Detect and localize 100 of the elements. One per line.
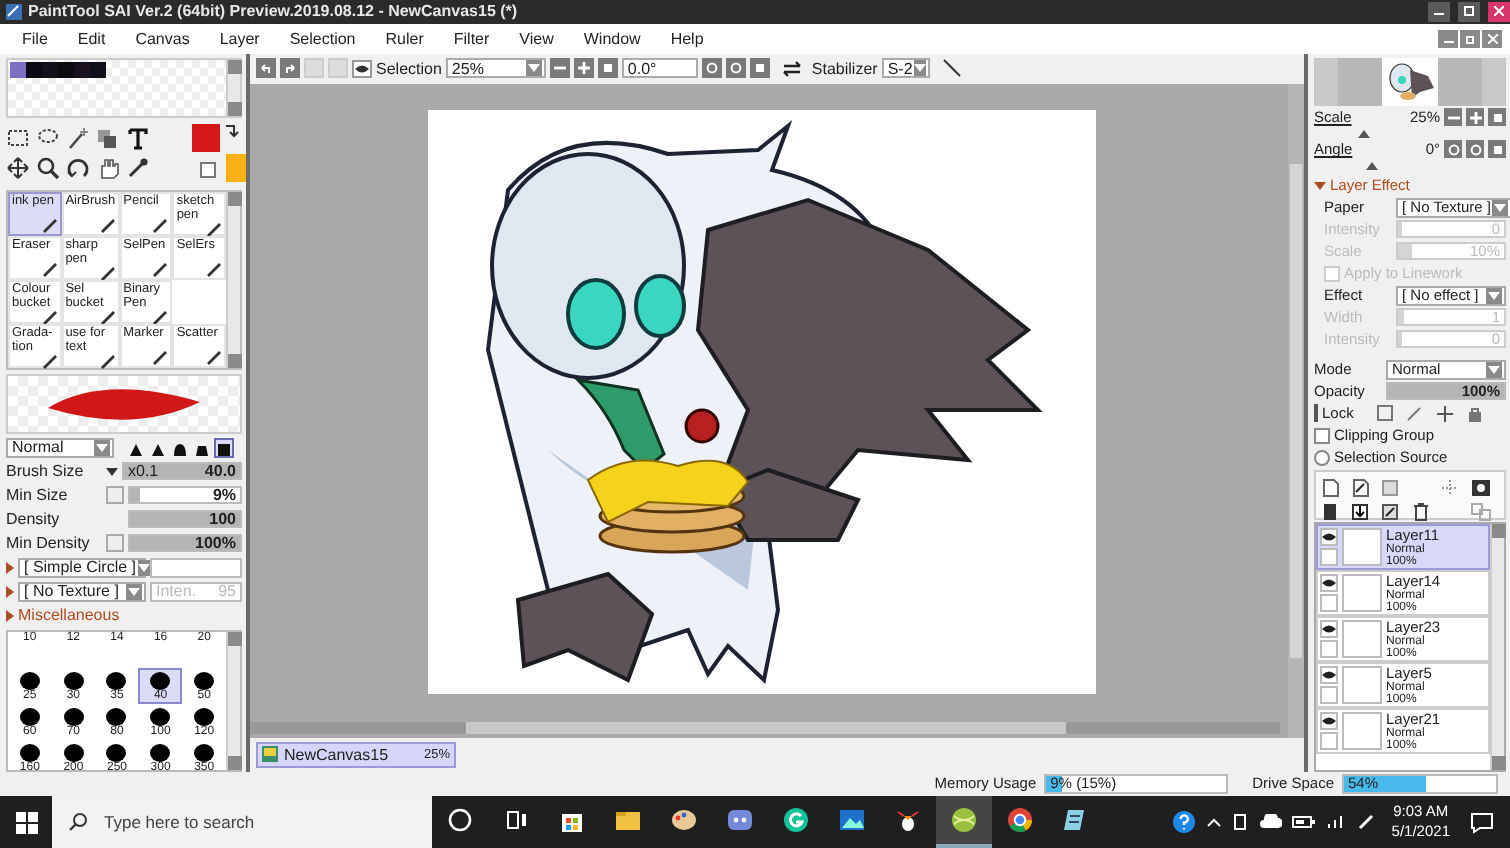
zoom-dropdown[interactable]: 25% bbox=[445, 58, 546, 79]
expand-arrow-icon[interactable] bbox=[1314, 179, 1326, 192]
visibility-toggle[interactable] bbox=[1320, 527, 1338, 546]
pressure-toggle[interactable] bbox=[106, 486, 124, 505]
hand-icon[interactable] bbox=[96, 156, 120, 181]
foreground-color[interactable] bbox=[192, 123, 220, 152]
layer-option-toggle[interactable] bbox=[1320, 639, 1338, 658]
battery-icon[interactable] bbox=[1291, 814, 1316, 831]
line-icon[interactable] bbox=[941, 58, 962, 79]
taskbar-app-icon[interactable] bbox=[936, 796, 992, 848]
menu-item[interactable]: Ruler bbox=[385, 29, 436, 48]
blend-mode-dropdown[interactable]: Normal bbox=[6, 437, 114, 458]
menu-item[interactable]: Selection bbox=[289, 29, 368, 48]
pressure-toggle[interactable] bbox=[106, 534, 124, 553]
reset-colors-icon[interactable] bbox=[200, 161, 216, 178]
copy-layer-icon[interactable] bbox=[1380, 501, 1402, 522]
pen-icon[interactable] bbox=[1355, 812, 1376, 833]
merge-down-icon[interactable] bbox=[1350, 501, 1372, 522]
new-layer-icon[interactable] bbox=[1320, 477, 1342, 498]
color-swatch[interactable] bbox=[42, 61, 58, 78]
eye-icon[interactable] bbox=[352, 59, 372, 78]
rotate-icon[interactable] bbox=[66, 156, 90, 181]
redo-button[interactable] bbox=[280, 58, 300, 79]
menu-item[interactable]: Window bbox=[583, 29, 653, 48]
zoom-out-button[interactable] bbox=[1444, 108, 1462, 127]
color-swatch[interactable] bbox=[90, 61, 106, 78]
menu-item[interactable]: Layer bbox=[219, 29, 272, 48]
layer-option-toggle[interactable] bbox=[1320, 593, 1338, 612]
slider[interactable]: 100% bbox=[128, 534, 242, 553]
wand-icon[interactable] bbox=[1440, 477, 1462, 498]
maximize-button[interactable] bbox=[1458, 1, 1480, 22]
angle-slider-thumb[interactable] bbox=[1366, 161, 1378, 170]
menu-item[interactable]: Filter bbox=[453, 29, 502, 48]
help-icon[interactable] bbox=[1171, 810, 1196, 835]
scrollbar[interactable] bbox=[226, 631, 240, 770]
visibility-toggle[interactable] bbox=[1320, 711, 1338, 730]
eyedropper-icon[interactable] bbox=[126, 156, 150, 181]
zoom-in-button[interactable] bbox=[1466, 108, 1484, 127]
reset-zoom-button[interactable] bbox=[1488, 108, 1506, 127]
layer-option-toggle[interactable] bbox=[1320, 547, 1338, 566]
scrollbar[interactable] bbox=[1288, 83, 1304, 738]
radio-button[interactable] bbox=[1314, 449, 1330, 466]
network-icon[interactable] bbox=[1325, 814, 1346, 831]
new-linework-layer-icon[interactable] bbox=[1350, 477, 1372, 498]
navigator-preview[interactable] bbox=[1314, 57, 1506, 106]
zoom-in-button[interactable] bbox=[573, 58, 594, 79]
zoom-out-button[interactable] bbox=[549, 58, 570, 79]
restore-button[interactable] bbox=[1460, 29, 1480, 48]
color-swatch[interactable] bbox=[26, 61, 42, 78]
trash-icon[interactable] bbox=[1410, 501, 1432, 522]
rotate-left-button[interactable] bbox=[701, 58, 722, 79]
reset-zoom-button[interactable] bbox=[597, 58, 618, 79]
lock-pen-icon[interactable] bbox=[1403, 403, 1426, 424]
scrollbar[interactable] bbox=[226, 191, 240, 368]
color-swatch[interactable] bbox=[74, 61, 90, 78]
chevron-up-icon[interactable] bbox=[1205, 816, 1222, 829]
layer-option-toggle[interactable] bbox=[1320, 685, 1338, 704]
color-swatch[interactable] bbox=[10, 61, 26, 78]
move-icon[interactable] bbox=[6, 156, 30, 181]
lock-icon[interactable] bbox=[1463, 403, 1486, 424]
search-field[interactable]: Type here to search bbox=[52, 796, 432, 848]
reset-rotation-button[interactable] bbox=[749, 58, 770, 79]
magic-wand-icon[interactable] bbox=[66, 126, 90, 151]
scrollbar[interactable] bbox=[1490, 523, 1504, 770]
rotate-right-button[interactable] bbox=[1466, 140, 1484, 159]
scrollbar[interactable] bbox=[226, 59, 240, 116]
text-icon[interactable] bbox=[126, 126, 150, 151]
undo-button[interactable] bbox=[256, 58, 276, 79]
rotate-left-button[interactable] bbox=[1444, 140, 1462, 159]
menu-item[interactable]: Canvas bbox=[135, 29, 202, 48]
brush-tip-button[interactable] bbox=[214, 437, 234, 458]
slider[interactable]: 9% bbox=[128, 486, 242, 505]
close-button[interactable] bbox=[1488, 1, 1510, 22]
device-icon[interactable] bbox=[1231, 812, 1248, 833]
background-color[interactable] bbox=[226, 153, 246, 182]
visibility-toggle[interactable] bbox=[1320, 619, 1338, 638]
visibility-toggle[interactable] bbox=[1320, 573, 1338, 592]
menu-item[interactable]: Edit bbox=[77, 29, 118, 48]
lock-move-icon[interactable] bbox=[1433, 403, 1456, 424]
layer-move-icon[interactable] bbox=[96, 126, 120, 151]
cloud-icon[interactable] bbox=[1257, 814, 1282, 831]
rectangle-select-icon[interactable] bbox=[6, 126, 30, 151]
reset-rotation-button[interactable] bbox=[1488, 140, 1506, 159]
checkbox[interactable] bbox=[1314, 427, 1330, 444]
menu-item[interactable]: Help bbox=[670, 29, 716, 48]
scale-slider-thumb[interactable] bbox=[1358, 129, 1370, 138]
lock-transparency-icon[interactable] bbox=[1373, 403, 1396, 424]
layer-option-toggle[interactable] bbox=[1320, 731, 1338, 750]
brush-shape-dropdown[interactable]: [ Simple Circle ] bbox=[18, 557, 146, 578]
color-swatch[interactable] bbox=[58, 61, 74, 78]
rotate-right-button[interactable] bbox=[725, 58, 746, 79]
mask-icon[interactable] bbox=[1470, 477, 1492, 498]
brush-texture-dropdown[interactable]: [ No Texture ] bbox=[18, 581, 146, 602]
menu-item[interactable]: File bbox=[22, 29, 60, 48]
zoom-icon[interactable] bbox=[36, 156, 60, 181]
brush-option-field[interactable] bbox=[150, 557, 242, 578]
flip-icon[interactable] bbox=[781, 59, 802, 78]
visibility-toggle[interactable] bbox=[1320, 665, 1338, 684]
caret-icon[interactable] bbox=[106, 467, 118, 476]
swap-colors-icon[interactable] bbox=[224, 123, 240, 140]
